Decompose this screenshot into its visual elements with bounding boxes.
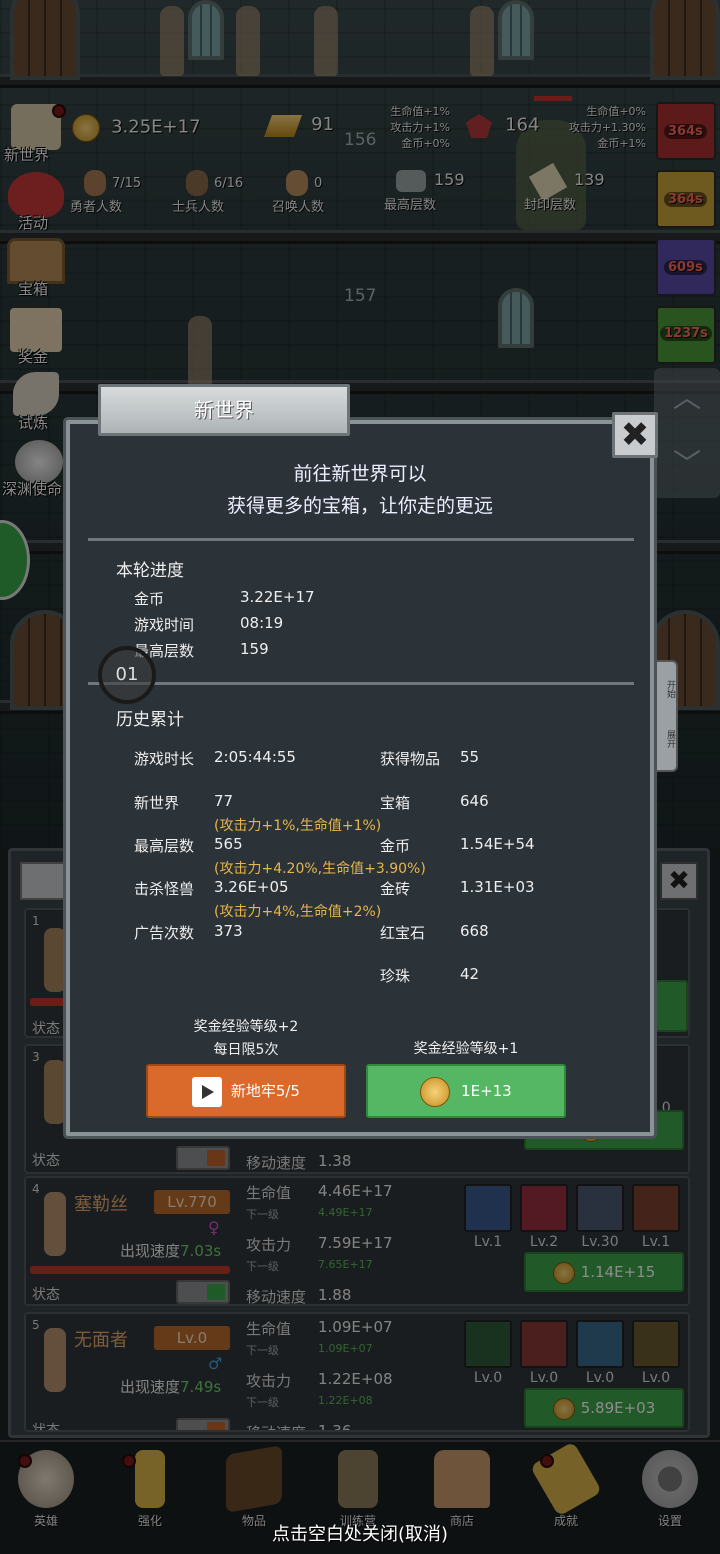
current-value: 08:19 <box>240 614 284 632</box>
history-value: 373 <box>214 922 243 940</box>
gold-option-info: 奖金经验等级+1 <box>413 1041 519 1057</box>
history-value: 77 <box>214 792 234 810</box>
history-note: (攻击力+1%,生命值+1%) <box>214 818 382 834</box>
history-note: (攻击力+4.20%,生命值+3.90%) <box>214 861 426 877</box>
history-value: 3.26E+05 <box>214 878 289 896</box>
history-value: 2:05:44:55 <box>214 748 296 766</box>
history-label: 珍珠 <box>380 967 411 985</box>
history-value: 42 <box>460 965 480 983</box>
history-value: 55 <box>460 748 480 766</box>
history-label: 获得物品 <box>380 750 441 768</box>
history-value: 565 <box>214 835 243 853</box>
modal-description: 前往新世界可以 获得更多的宝箱，让你走的更远 <box>226 463 493 517</box>
crosshair-marker: 01 <box>98 646 156 704</box>
modal-title: 新世界 <box>98 384 350 436</box>
history-value: 1.54E+54 <box>460 835 535 853</box>
history-label: 金砖 <box>380 880 411 898</box>
close-icon[interactable]: ✖ <box>612 412 658 458</box>
gold-new-world-button[interactable]: 1E+13 <box>366 1064 566 1118</box>
history-label: 金币 <box>380 837 411 855</box>
current-label: 金币 <box>134 590 165 608</box>
new-dungeon-ad-button[interactable]: 新地牢5/5 <box>146 1064 346 1118</box>
divider <box>88 538 634 541</box>
history-label: 最高层数 <box>134 837 195 855</box>
history-label: 广告次数 <box>134 924 195 942</box>
current-value: 159 <box>240 640 269 658</box>
current-label: 游戏时间 <box>134 616 195 634</box>
current-heading: 本轮进度 <box>116 561 184 581</box>
ad-option-info: 奖金经验等级+2 每日限5次 <box>193 1019 299 1058</box>
history-label: 红宝石 <box>380 924 426 942</box>
history-label: 宝箱 <box>380 794 411 812</box>
history-value: 668 <box>460 922 489 940</box>
history-label: 新世界 <box>134 794 180 812</box>
history-heading: 历史累计 <box>116 710 184 730</box>
close-hint: 点击空白处关闭(取消) <box>271 1524 449 1545</box>
gold-coin-icon <box>420 1076 451 1107</box>
history-note: (攻击力+4%,生命值+2%) <box>214 904 382 920</box>
history-value: 1.31E+03 <box>460 878 535 896</box>
history-value: 646 <box>460 792 489 810</box>
video-icon <box>192 1076 223 1107</box>
divider <box>88 682 634 685</box>
history-label: 游戏时长 <box>134 750 195 768</box>
current-value: 3.22E+17 <box>240 588 315 606</box>
history-label: 击杀怪兽 <box>134 880 195 898</box>
